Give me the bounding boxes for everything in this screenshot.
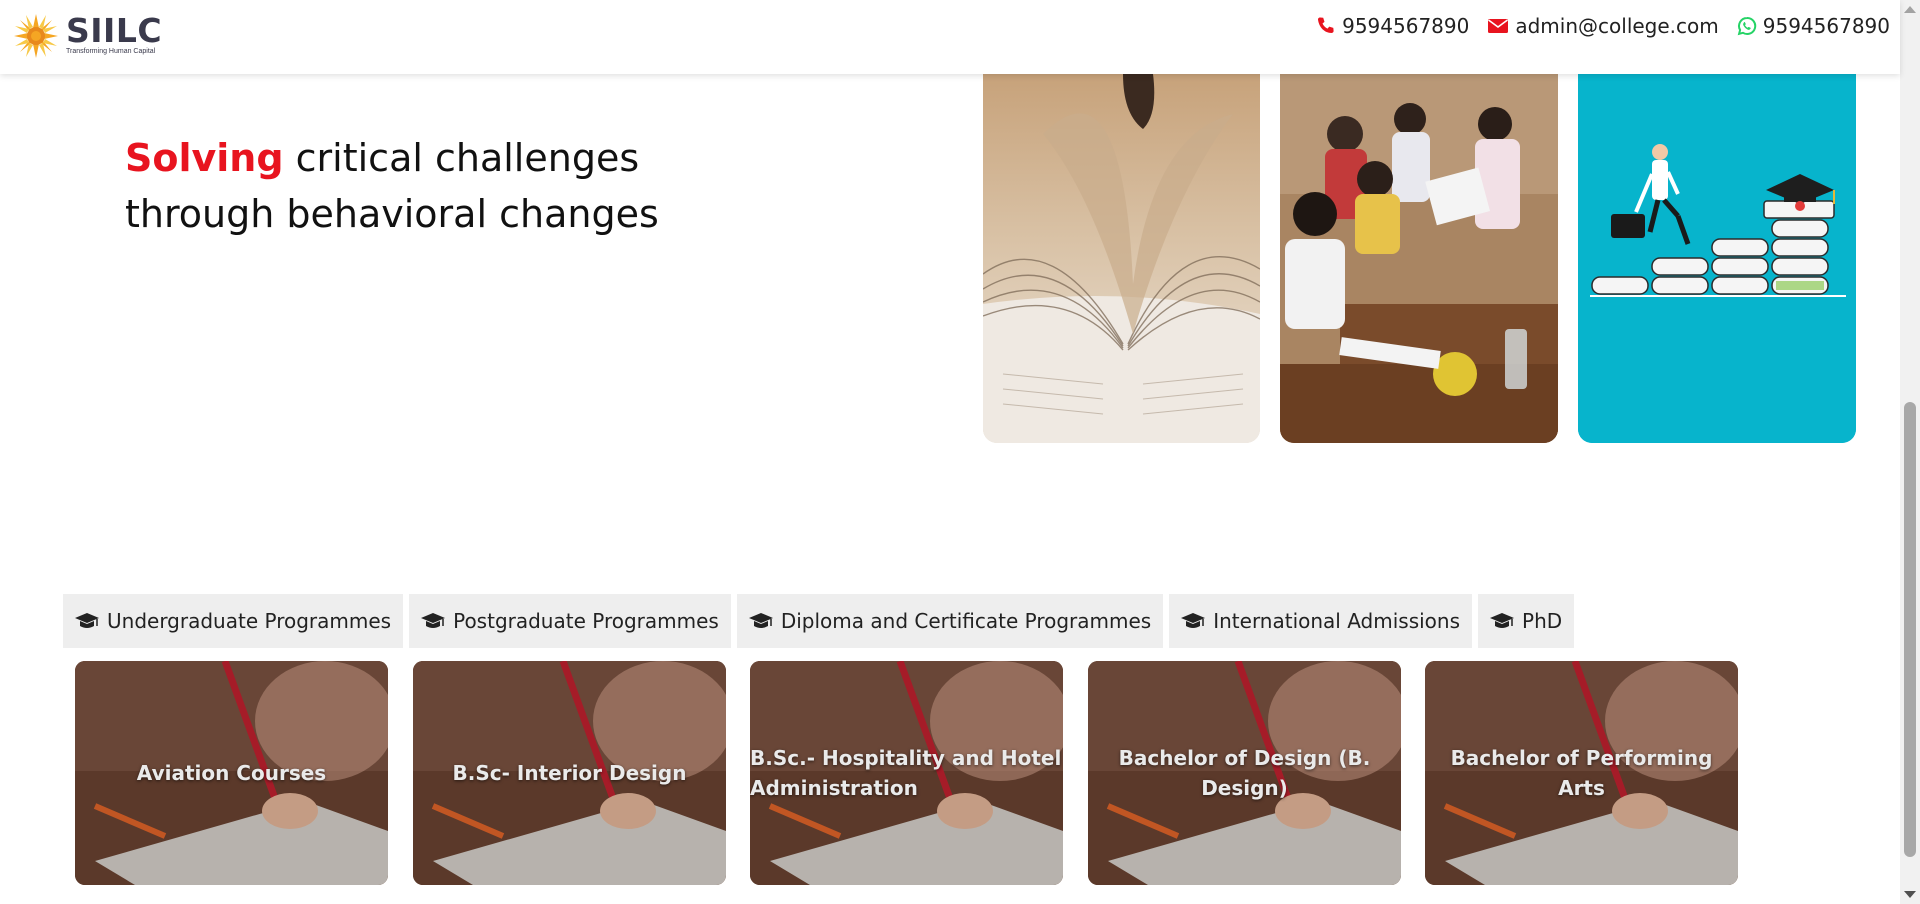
phone-link[interactable]: 9594567890 bbox=[1316, 14, 1469, 38]
graduation-cap-icon bbox=[421, 613, 446, 628]
site-header: SIILC Transforming Human Capital 9594567… bbox=[0, 0, 1900, 74]
hero-highlight-word: Solving bbox=[125, 136, 284, 180]
phone-icon bbox=[1318, 17, 1334, 33]
phone-number: 9594567890 bbox=[1342, 14, 1470, 38]
contact-bar: 9594567890 admin@college.com 9594567890 bbox=[1298, 14, 1890, 38]
course-card-interior-design[interactable]: B.Sc- Interior Design bbox=[413, 661, 726, 885]
course-title: B.Sc.- Hospitality and Hotel Administrat… bbox=[750, 746, 1062, 800]
tab-undergraduate-programmes[interactable]: Undergraduate Programmes bbox=[63, 594, 404, 648]
graduation-cap-icon bbox=[1181, 613, 1206, 628]
tab-label: Undergraduate Programmes bbox=[107, 609, 392, 633]
envelope-icon bbox=[1488, 19, 1509, 33]
hero-line-2: through behavioral changes bbox=[125, 192, 659, 236]
scroll-down-arrow-icon[interactable] bbox=[1904, 891, 1916, 898]
programme-tabs: Undergraduate Programmes Postgraduate Pr… bbox=[63, 594, 1580, 648]
tab-label: PhD bbox=[1522, 609, 1563, 633]
whatsapp-icon bbox=[1737, 16, 1756, 36]
open-book-photo bbox=[983, 74, 1260, 443]
scrollbar-thumb[interactable] bbox=[1904, 402, 1916, 857]
graduation-steps-illustration bbox=[1578, 74, 1856, 443]
site-logo[interactable]: SIILC Transforming Human Capital bbox=[12, 12, 162, 60]
course-card-hospitality[interactable]: B.Sc.- Hospitality and Hotel Administrat… bbox=[750, 661, 1063, 885]
tab-diploma-certificate-programmes[interactable]: Diploma and Certificate Programmes bbox=[736, 594, 1164, 648]
classroom-students-photo bbox=[1280, 74, 1558, 443]
course-card-aviation[interactable]: Aviation Courses bbox=[75, 661, 388, 885]
tab-label: Postgraduate Programmes bbox=[453, 609, 719, 633]
course-title: Bachelor of Performing Arts bbox=[1450, 746, 1713, 800]
course-card-design[interactable]: Bachelor of Design (B. Design) bbox=[1088, 661, 1401, 885]
hero-headline: Solving critical challenges through beha… bbox=[125, 130, 659, 242]
course-title: Bachelor of Design (B. Design) bbox=[1118, 746, 1371, 800]
page-scrollbar[interactable] bbox=[1900, 0, 1920, 904]
whatsapp-link[interactable]: 9594567890 bbox=[1737, 14, 1890, 38]
course-title: B.Sc- Interior Design bbox=[452, 761, 687, 785]
tab-label: Diploma and Certificate Programmes bbox=[780, 609, 1152, 633]
tab-label: International Admissions bbox=[1213, 609, 1461, 633]
sun-logo-icon bbox=[14, 14, 58, 58]
graduation-cap-icon bbox=[748, 613, 773, 628]
scroll-up-arrow-icon[interactable] bbox=[1904, 6, 1916, 13]
whatsapp-number: 9594567890 bbox=[1762, 14, 1890, 38]
course-card-performing-arts[interactable]: Bachelor of Performing Arts bbox=[1425, 661, 1738, 885]
graduation-cap-icon bbox=[1490, 613, 1515, 628]
tab-postgraduate-programmes[interactable]: Postgraduate Programmes bbox=[409, 594, 731, 648]
email-link[interactable]: admin@college.com bbox=[1487, 14, 1719, 38]
logo-tagline: Transforming Human Capital bbox=[66, 48, 156, 55]
tab-international-admissions[interactable]: International Admissions bbox=[1169, 594, 1473, 648]
logo-name: SIILC bbox=[66, 11, 163, 50]
graduation-cap-icon bbox=[75, 613, 99, 628]
email-address: admin@college.com bbox=[1515, 14, 1719, 38]
hero-line-1: critical challenges bbox=[283, 136, 640, 180]
course-title: Aviation Courses bbox=[136, 761, 327, 785]
tab-phd[interactable]: PhD bbox=[1478, 594, 1575, 648]
